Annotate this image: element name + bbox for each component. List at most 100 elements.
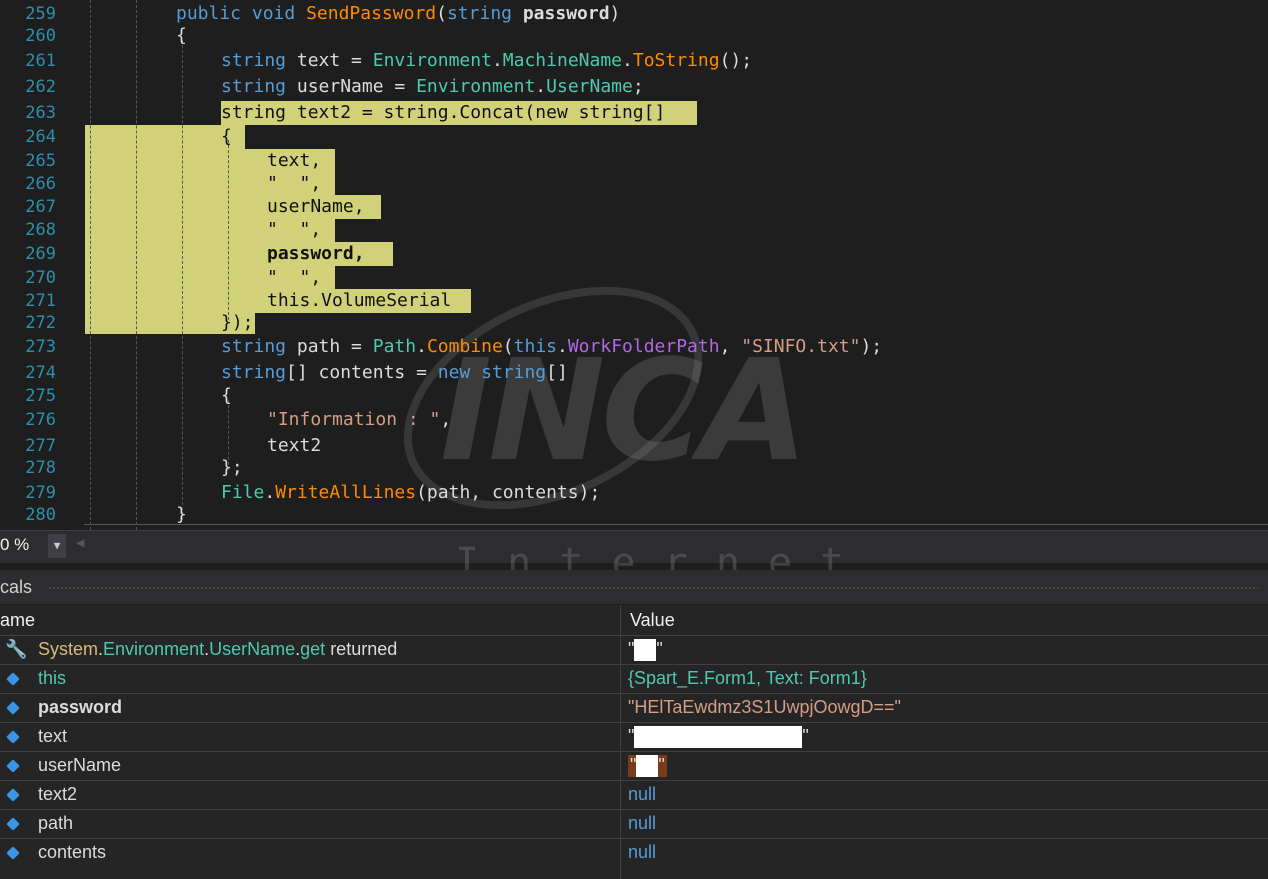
line-number: 273 bbox=[25, 337, 56, 357]
field-icon bbox=[6, 788, 20, 802]
locals-row[interactable]: text2 null bbox=[0, 780, 1268, 810]
field-icon bbox=[6, 730, 20, 744]
code-line[interactable]: 264 { bbox=[0, 125, 1268, 149]
line-number: 276 bbox=[25, 410, 56, 430]
line-number: 263 bbox=[25, 103, 56, 123]
code-line[interactable]: 260 { bbox=[0, 24, 1268, 48]
locals-panel-header: cals bbox=[0, 570, 1268, 604]
line-number: 270 bbox=[25, 268, 56, 288]
code-line[interactable]: 261 string text = Environment.MachineName… bbox=[0, 49, 1268, 73]
line-number: 267 bbox=[25, 197, 56, 217]
code-text: { bbox=[176, 25, 187, 46]
row-name: password bbox=[38, 697, 123, 717]
field-icon bbox=[6, 817, 20, 831]
row-name-class: Environment bbox=[103, 639, 205, 659]
code-text: "Information : ", bbox=[267, 409, 452, 430]
line-number: 268 bbox=[25, 220, 56, 240]
line-number: 275 bbox=[25, 386, 56, 406]
line-number: 274 bbox=[25, 363, 56, 383]
code-line[interactable]: 270 " ", bbox=[0, 266, 1268, 290]
row-value: "HElTaEwdmz3S1UwpjOowgD==" bbox=[628, 697, 901, 717]
code-line[interactable]: 274 string[] contents = new string[] bbox=[0, 361, 1268, 385]
locals-grid: ame Value 🔧 System.Environment.UserName.… bbox=[0, 605, 1268, 879]
code-line[interactable]: 279 File.WriteAllLines(path, contents); bbox=[0, 481, 1268, 505]
locals-row[interactable]: text " " bbox=[0, 722, 1268, 752]
line-number: 271 bbox=[25, 291, 56, 311]
row-name: path bbox=[38, 813, 74, 833]
row-name-accessor: get bbox=[300, 639, 326, 659]
code-line[interactable]: 278}; bbox=[0, 456, 1268, 480]
code-line[interactable]: 265 text, bbox=[0, 149, 1268, 173]
code-line[interactable]: 269 password, bbox=[0, 242, 1268, 266]
code-text: string path = Path.Combine(this.WorkFold… bbox=[221, 336, 883, 357]
row-value: " " bbox=[628, 639, 663, 662]
column-header-name[interactable]: ame bbox=[0, 605, 35, 635]
locals-row[interactable]: password "HElTaEwdmz3S1UwpjOowgD==" bbox=[0, 693, 1268, 723]
locals-row[interactable]: 🔧 System.Environment.UserName.get return… bbox=[0, 635, 1268, 665]
line-number: 269 bbox=[25, 244, 56, 264]
code-editor[interactable]: INCA 259 public void SendPassword(string … bbox=[0, 0, 1268, 530]
code-line[interactable]: 266 " ", bbox=[0, 172, 1268, 196]
code-text: public void SendPassword(string password… bbox=[176, 3, 621, 24]
row-name: userName bbox=[38, 755, 122, 775]
wrench-icon: 🔧 bbox=[5, 639, 28, 659]
locals-row[interactable]: userName " " bbox=[0, 751, 1268, 781]
locals-title: cals bbox=[0, 577, 33, 597]
redaction-box bbox=[634, 726, 803, 749]
redaction-box bbox=[634, 639, 657, 662]
line-number: 261 bbox=[25, 51, 56, 71]
locals-row[interactable]: path null bbox=[0, 809, 1268, 839]
code-line[interactable]: 276 "Information : ", bbox=[0, 408, 1268, 432]
zoom-dropdown-icon[interactable]: ▼ bbox=[48, 534, 66, 558]
row-name: this bbox=[38, 668, 67, 688]
line-number: 280 bbox=[25, 505, 56, 525]
code-text: " ", bbox=[267, 219, 322, 240]
locals-row[interactable]: contents null bbox=[0, 838, 1268, 868]
code-line[interactable]: 275 { bbox=[0, 384, 1268, 408]
code-line[interactable]: 259 public void SendPassword(string passw… bbox=[0, 2, 1268, 26]
row-value: {Spart_E.Form1, Text: Form1} bbox=[628, 668, 867, 688]
row-name: contents bbox=[38, 842, 107, 862]
line-number: 264 bbox=[25, 127, 56, 147]
line-number: 265 bbox=[25, 151, 56, 171]
line-number: 272 bbox=[25, 313, 56, 333]
drag-handle[interactable] bbox=[48, 586, 1258, 590]
row-name: System.Environment.UserName.get returned bbox=[38, 639, 398, 659]
code-line[interactable]: 268 " ", bbox=[0, 218, 1268, 242]
line-number: 278 bbox=[25, 458, 56, 478]
redaction-box bbox=[636, 755, 659, 778]
code-text: }); bbox=[221, 312, 254, 333]
line-number: 266 bbox=[25, 174, 56, 194]
zoom-level[interactable]: 0 % bbox=[0, 535, 29, 555]
code-text: File.WriteAllLines(path, contents); bbox=[221, 482, 601, 503]
code-line[interactable]: 267 userName, bbox=[0, 195, 1268, 219]
line-number: 277 bbox=[25, 436, 56, 456]
code-text: { bbox=[221, 126, 232, 147]
code-text: " ", bbox=[267, 173, 322, 194]
code-text: text, bbox=[267, 150, 322, 171]
code-text: password, bbox=[267, 243, 365, 264]
code-line[interactable]: 277 text2 bbox=[0, 434, 1268, 458]
code-line[interactable]: 273 string path = Path.Combine(this.WorkF… bbox=[0, 335, 1268, 359]
code-text: string text2 = string.Concat(new string[… bbox=[221, 102, 666, 123]
code-text: this.VolumeSerial bbox=[267, 290, 452, 311]
code-line[interactable]: 272}); bbox=[0, 311, 1268, 335]
code-line[interactable]: 263 string text2 = string.Concat(new stri… bbox=[0, 101, 1268, 125]
field-icon bbox=[6, 846, 20, 860]
row-name: text2 bbox=[38, 784, 78, 804]
column-header-value[interactable]: Value bbox=[630, 605, 675, 635]
code-line[interactable]: 262 string userName = Environment.UserNam… bbox=[0, 75, 1268, 99]
code-text: string[] contents = new string[] bbox=[221, 362, 568, 383]
row-name-namespace: System bbox=[38, 639, 99, 659]
field-icon bbox=[6, 672, 20, 686]
row-name-member: UserName bbox=[209, 639, 296, 659]
code-text: }; bbox=[221, 457, 243, 478]
locals-row[interactable]: this {Spart_E.Form1, Text: Form1} bbox=[0, 664, 1268, 694]
code-line[interactable]: 271 this.VolumeSerial bbox=[0, 289, 1268, 313]
line-number: 260 bbox=[25, 26, 56, 46]
row-value: " " bbox=[628, 726, 809, 749]
scroll-left-icon[interactable]: ◀ bbox=[76, 535, 84, 551]
row-value: " " bbox=[628, 755, 667, 778]
code-text: string text = Environment.MachineName.To… bbox=[221, 50, 753, 71]
code-text: text2 bbox=[267, 435, 322, 456]
